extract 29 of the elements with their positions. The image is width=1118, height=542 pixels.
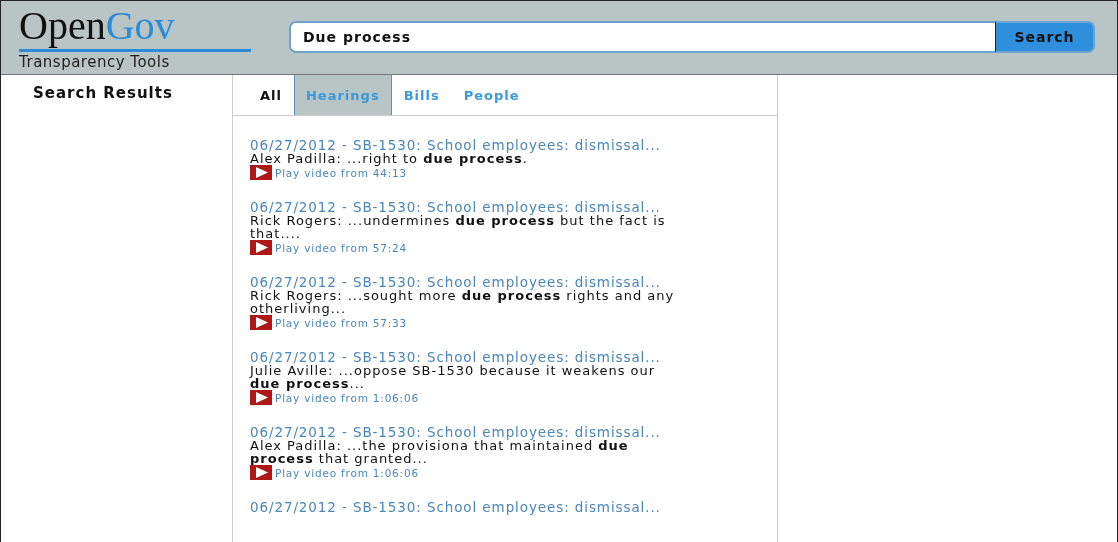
logo-tagline: Transparency Tools	[19, 53, 171, 71]
play-icon	[250, 390, 272, 405]
tab[interactable]: Bills	[391, 75, 452, 115]
play-video-link[interactable]: Play video from 57:33	[250, 315, 777, 330]
play-icon	[250, 240, 272, 255]
result-snippet: Rick Rogers: ...undermines due process but the fact is that....	[250, 214, 667, 240]
play-video-link[interactable]: Play video from 1:06:06	[250, 465, 777, 480]
tab[interactable]: All	[248, 75, 294, 115]
play-icon	[250, 315, 272, 330]
play-icon	[250, 465, 272, 480]
logo[interactable]: OpenGov	[19, 5, 251, 52]
result-title-link[interactable]: 06/27/2012 - SB-1530: School employees: dismissal...	[250, 350, 777, 364]
search-button[interactable]: Search	[995, 21, 1095, 53]
result-title-link[interactable]: 06/27/2012 - SB-1530: School employees: dismissal...	[250, 200, 777, 214]
result-snippet: Rick Rogers: ...sought more due process rights and any otherliving...	[250, 289, 676, 315]
result-title-link[interactable]: 06/27/2012 - SB-1530: School employees: dismissal...	[250, 138, 777, 152]
play-video-link[interactable]: Play video from 44:13	[250, 165, 777, 180]
result-snippet: Alex Padilla: ...right to due process.	[250, 152, 528, 165]
result-title-link[interactable]: 06/27/2012 - SB-1530: School employees: dismissal...	[250, 275, 777, 289]
sidebar-title: Search Results	[32, 83, 174, 102]
result-title-link[interactable]: 06/27/2012 - SB-1530: School employees: dismissal...	[250, 425, 777, 439]
play-icon	[250, 165, 272, 180]
tab[interactable]: People	[451, 75, 532, 115]
result-snippet: Julie Aville: ...oppose SB-1530 because it weakens our due process...	[250, 364, 657, 390]
result-snippet: Alex Padilla: ...the provisiona that maintained due process that granted...	[250, 439, 630, 465]
search-field[interactable]: Due process	[289, 21, 995, 53]
result-title-link[interactable]: 06/27/2012 - SB-1530: School employees: dismissal...	[250, 500, 777, 514]
play-video-link[interactable]: Play video from 57:24	[250, 240, 777, 255]
play-video-link[interactable]: Play video from 1:06:06	[250, 390, 777, 405]
